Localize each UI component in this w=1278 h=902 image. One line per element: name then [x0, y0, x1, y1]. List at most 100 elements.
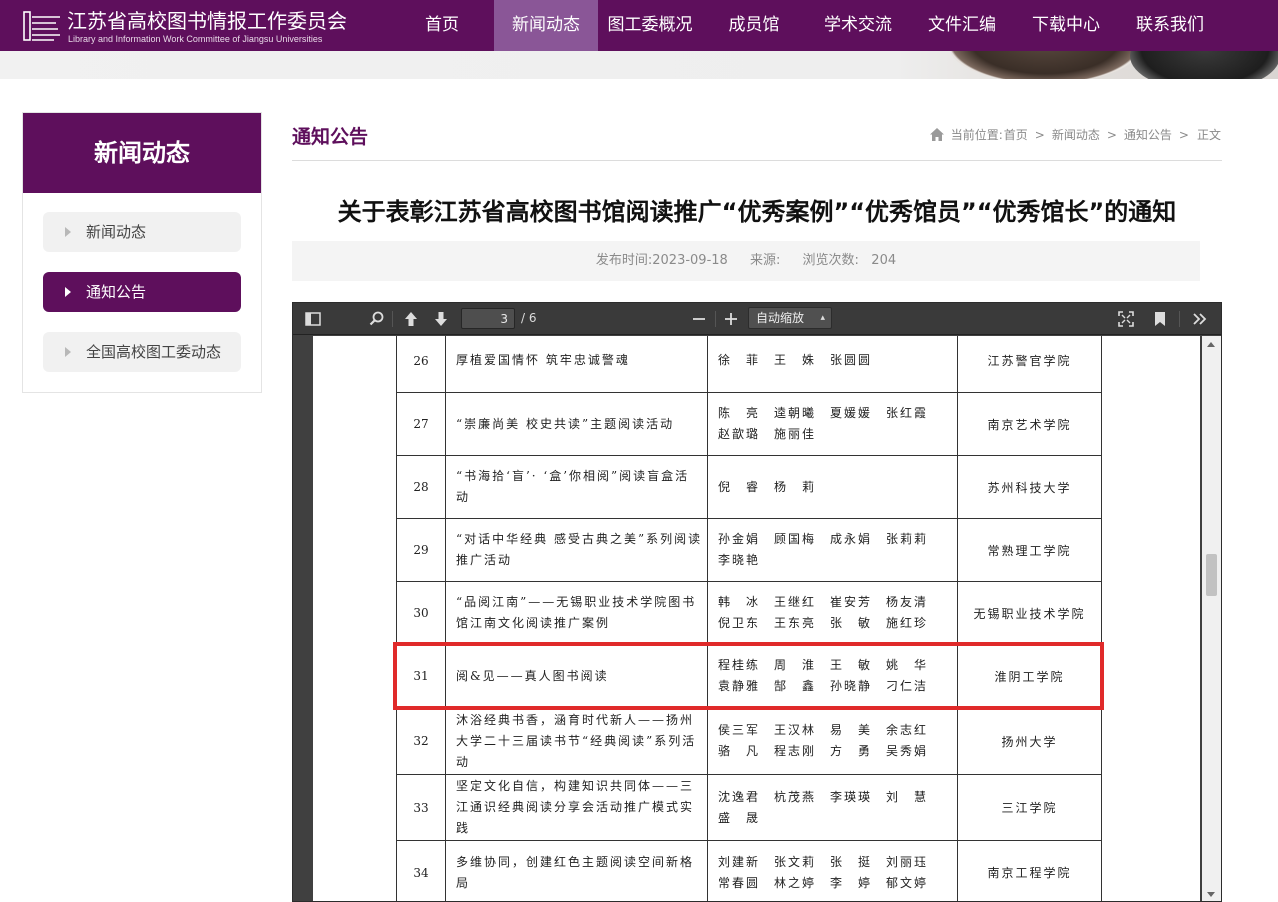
nav-home[interactable]: 首页: [390, 0, 494, 51]
pdf-page: 26 厚植爱国情怀 筑牢忠诚警魂 徐 菲 王 姝 张圆圆 江苏警官学院 27 “…: [313, 336, 1200, 902]
article-meta: 发布时间:2023-09-18 来源: 浏览次数: 204: [292, 241, 1200, 281]
triangle-right-icon: [65, 227, 71, 237]
table-row: 29 “对话中华经典 感受古典之美”系列阅读推广活动 孙金娟 顾国梅 成永娟 张…: [397, 519, 1102, 582]
sidebar-item-notices[interactable]: 通知公告: [43, 272, 241, 312]
publish-date-group: 发布时间:2023-09-18: [596, 253, 728, 268]
breadcrumb: 当前位置: 首页 > 新闻动态 > 通知公告 > 正文: [930, 126, 1222, 143]
row-number: 27: [397, 393, 446, 456]
people-names: 陈 亮 逵朝曦 夏媛媛 张红霞 赵歆璐 施丽佳: [708, 393, 958, 456]
institution-name: 常熟理工学院: [958, 519, 1102, 582]
institution-name: 江苏警官学院: [958, 336, 1102, 393]
pdf-toolbar: / 6 自动缩放 ▴: [293, 303, 1221, 335]
row-number: 33: [397, 775, 446, 841]
project-name: 坚定文化自信，构建知识共同体——三江通识经典阅读分享会活动推广模式实践: [446, 775, 708, 841]
site-logo[interactable]: 江苏省高校图书情报工作委员会 Library and Information W…: [22, 8, 352, 46]
breadcrumb-home[interactable]: 首页: [1004, 126, 1028, 143]
people-names: 刘建新 张文莉 张 挺 刘丽珏 常春圆 林之婷 李 婷 郁文婷: [708, 841, 958, 902]
page-number-input[interactable]: [461, 308, 515, 329]
scroll-up-icon[interactable]: [1207, 342, 1215, 347]
row-number: 30: [397, 582, 446, 645]
project-name: “崇廉尚美 校史共读”主题阅读活动: [446, 393, 708, 456]
table-row: 33 坚定文化自信，构建知识共同体——三江通识经典阅读分享会活动推广模式实践 沈…: [397, 775, 1102, 841]
project-name: 厚植爱国情怀 筑牢忠诚警魂: [446, 336, 708, 393]
table-row: 34 多维协同，创建红色主题阅读空间新格局 刘建新 张文莉 张 挺 刘丽珏 常春…: [397, 841, 1102, 902]
institution-name: 淮阴工学院: [958, 645, 1102, 708]
zoom-select[interactable]: 自动缩放 ▴: [748, 307, 832, 329]
publish-date: 2023-09-18: [652, 253, 728, 268]
nav-academic[interactable]: 学术交流: [806, 0, 910, 51]
institution-name: 无锡职业技术学院: [958, 582, 1102, 645]
triangle-right-icon: [65, 347, 71, 357]
logo-title-cn: 江苏省高校图书情报工作委员会: [67, 8, 347, 34]
institution-name: 南京工程学院: [958, 841, 1102, 902]
table-row: 32 沐浴经典书香，涵育时代新人——扬州大学二十三届读书节“经典阅读”系列活动 …: [397, 708, 1102, 775]
row-number: 32: [397, 708, 446, 775]
article-title: 关于表彰江苏省高校图书馆阅读推广“优秀案例”“优秀馆员”“优秀馆长”的通知: [292, 192, 1222, 227]
table-row: 31 阅&见——真人图书阅读 程桂练 周 淮 王 敏 姚 华 袁静雅 郜 鑫 孙…: [397, 645, 1102, 708]
divider: [292, 160, 1222, 161]
people-names: 倪 睿 杨 莉: [708, 456, 958, 519]
breadcrumb-separator: >: [1179, 128, 1189, 142]
zoom-out-icon[interactable]: [689, 309, 709, 329]
triangle-right-icon: [65, 287, 71, 297]
nav-overview[interactable]: 图工委概况: [598, 0, 702, 51]
row-number: 31: [397, 645, 446, 708]
institution-name: 三江学院: [958, 775, 1102, 841]
row-number: 26: [397, 336, 446, 393]
more-tools-icon[interactable]: [1190, 309, 1210, 329]
views-label: 浏览次数:: [803, 253, 859, 268]
table-row: 27 “崇廉尚美 校史共读”主题阅读活动 陈 亮 逵朝曦 夏媛媛 张红霞 赵歆璐…: [397, 393, 1102, 456]
people-names: 孙金娟 顾国梅 成永娟 张莉莉 李晓艳: [708, 519, 958, 582]
bookmark-icon[interactable]: [1150, 309, 1170, 329]
toolbar-separator: [1179, 311, 1180, 327]
views-group: 浏览次数: 204: [803, 253, 897, 268]
sidebar-item-label: 全国高校图工委动态: [86, 343, 221, 361]
page-total: / 6: [521, 311, 537, 325]
project-name: 沐浴经典书香，涵育时代新人——扬州大学二十三届读书节“经典阅读”系列活动: [446, 708, 708, 775]
sidebar-item-national[interactable]: 全国高校图工委动态: [43, 332, 241, 372]
scroll-thumb[interactable]: [1206, 554, 1217, 596]
pdf-scrollbar[interactable]: [1202, 336, 1221, 902]
institution-name: 扬州大学: [958, 708, 1102, 775]
top-bar: 江苏省高校图书情报工作委员会 Library and Information W…: [0, 0, 1278, 51]
nav-news[interactable]: 新闻动态: [494, 0, 598, 51]
sidebar-item-label: 新闻动态: [86, 223, 146, 241]
section-title: 通知公告: [292, 122, 368, 149]
scroll-down-icon[interactable]: [1207, 892, 1215, 897]
toolbar-separator: [392, 311, 393, 327]
row-number: 28: [397, 456, 446, 519]
table-row: 30 “品阅江南”——无锡职业技术学院图书馆江南文化阅读推广案例 韩 冰 王继红…: [397, 582, 1102, 645]
people-names: 韩 冰 王继红 崔安芳 杨友清 倪卫东 王东亮 张 敏 施红珍: [708, 582, 958, 645]
banner-cup-shape: [950, 51, 1140, 79]
breadcrumb-separator: >: [1035, 128, 1045, 142]
page-down-icon[interactable]: [431, 309, 451, 329]
nav-members[interactable]: 成员馆: [702, 0, 806, 51]
project-name: 多维协同，创建红色主题阅读空间新格局: [446, 841, 708, 902]
fullscreen-icon[interactable]: [1116, 309, 1136, 329]
award-table: 26 厚植爱国情怀 筑牢忠诚警魂 徐 菲 王 姝 张圆圆 江苏警官学院 27 “…: [396, 336, 1102, 902]
sidebar-item-news[interactable]: 新闻动态: [43, 212, 241, 252]
project-name: “品阅江南”——无锡职业技术学院图书馆江南文化阅读推广案例: [446, 582, 708, 645]
breadcrumb-notices[interactable]: 通知公告: [1124, 126, 1172, 143]
publish-label: 发布时间:: [596, 253, 652, 268]
views-count: 204: [871, 253, 896, 268]
table-row: 28 “书海拾‘盲’· ‘盒’你相阅”阅读盲盒活动 倪 睿 杨 莉 苏州科技大学: [397, 456, 1102, 519]
nav-documents[interactable]: 文件汇编: [910, 0, 1014, 51]
search-icon[interactable]: [367, 309, 387, 329]
breadcrumb-current: 正文: [1197, 126, 1221, 143]
page-up-icon[interactable]: [401, 309, 421, 329]
people-names: 程桂练 周 淮 王 敏 姚 华 袁静雅 郜 鑫 孙晓静 刁仁洁: [708, 645, 958, 708]
row-number: 29: [397, 519, 446, 582]
breadcrumb-news[interactable]: 新闻动态: [1052, 126, 1100, 143]
project-name: “书海拾‘盲’· ‘盒’你相阅”阅读盲盒活动: [446, 456, 708, 519]
people-names: 沈逸君 杭茂燕 李瑛瑛 刘 慧 盛 晟: [708, 775, 958, 841]
sidebar-title: 新闻动态: [23, 113, 261, 193]
nav-contact[interactable]: 联系我们: [1118, 0, 1222, 51]
project-name: “对话中华经典 感受古典之美”系列阅读推广活动: [446, 519, 708, 582]
zoom-in-icon[interactable]: [721, 309, 741, 329]
sidebar-toggle-icon[interactable]: [303, 309, 323, 329]
nav-downloads[interactable]: 下载中心: [1014, 0, 1118, 51]
home-icon: [930, 128, 944, 141]
project-name: 阅&见——真人图书阅读: [446, 645, 708, 708]
people-names: 徐 菲 王 姝 张圆圆: [708, 336, 958, 393]
